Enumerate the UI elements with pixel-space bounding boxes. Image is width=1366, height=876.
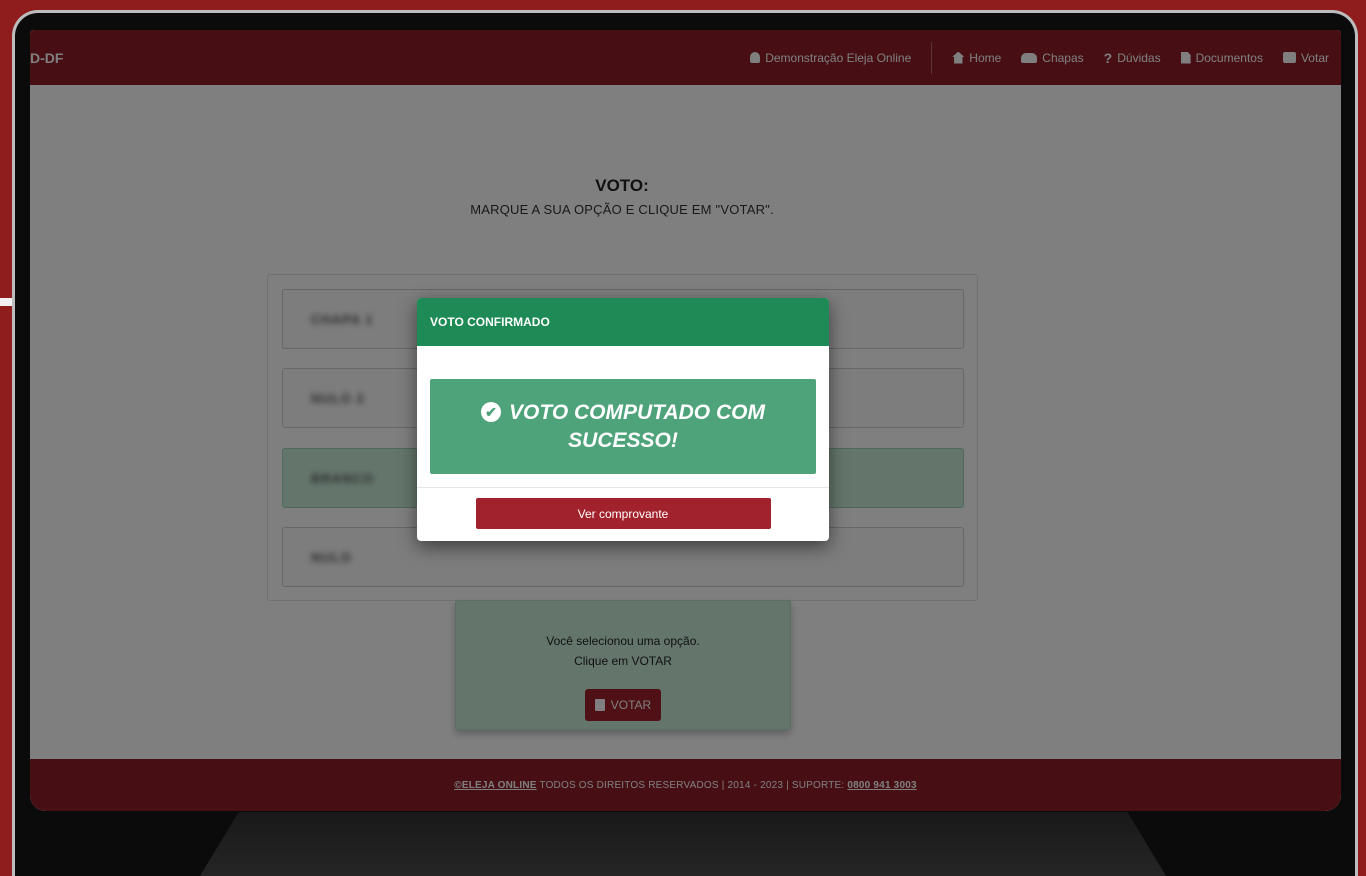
check-circle-icon: ✔ bbox=[481, 401, 502, 422]
modal-header: VOTO CONFIRMADO bbox=[417, 298, 829, 346]
modal-title: VOTO CONFIRMADO bbox=[430, 315, 550, 329]
laptop-keyboard bbox=[200, 812, 1166, 876]
success-message: VOTO COMPUTADO COM SUCESSO! bbox=[509, 400, 765, 452]
success-banner: ✔ VOTO COMPUTADO COM SUCESSO! bbox=[430, 379, 816, 474]
modal-body: ✔ VOTO COMPUTADO COM SUCESSO! bbox=[417, 346, 829, 488]
vote-confirmed-modal: VOTO CONFIRMADO ✔ VOTO COMPUTADO COM SUCE… bbox=[417, 298, 829, 541]
laptop-screen: D-DF Demonstração Eleja Online Home Chap… bbox=[30, 30, 1341, 811]
modal-footer: Ver comprovante bbox=[417, 488, 829, 529]
view-receipt-button[interactable]: Ver comprovante bbox=[475, 498, 771, 529]
